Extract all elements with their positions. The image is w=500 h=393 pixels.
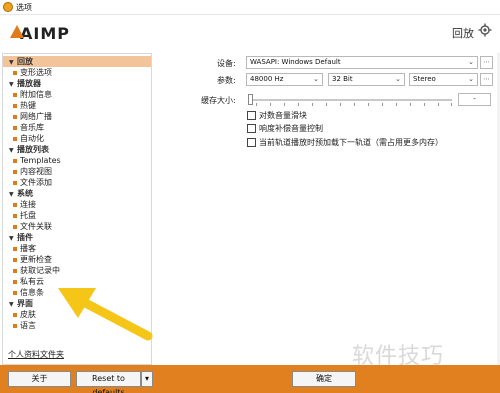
- nav-category-player[interactable]: ▼ 播放器: [3, 78, 151, 89]
- watermark-text: 软件技巧: [352, 344, 445, 369]
- nav-item[interactable]: 私有云: [3, 276, 151, 287]
- bullet-icon: [13, 269, 17, 273]
- bullet-icon: [13, 313, 17, 317]
- reset-dropdown-button[interactable]: ▾: [141, 371, 153, 387]
- header: [0, 15, 500, 52]
- preload-next-checkbox[interactable]: [247, 138, 256, 147]
- bullet-icon: [13, 137, 17, 141]
- chevron-down-icon: ⌄: [395, 75, 401, 83]
- channels-value: Stereo: [413, 75, 436, 83]
- chevron-down-icon: ⌄: [468, 58, 474, 66]
- window-title: 选项: [16, 3, 32, 12]
- log-volume-checkbox[interactable]: [247, 111, 256, 120]
- nav-item-info-bar[interactable]: 信息条: [3, 287, 151, 298]
- nav-item[interactable]: 变形选项: [3, 67, 151, 78]
- nav-category-interface[interactable]: ▼ 界面: [3, 298, 151, 309]
- device-more-button[interactable]: ⋯: [480, 56, 493, 69]
- chevron-down-icon: ⌄: [468, 75, 474, 83]
- bullet-icon: [13, 104, 17, 108]
- preload-next-label: 当前轨道播放时预加载下一轨道（需占用更多内存）: [259, 138, 443, 147]
- params-label: 参数:: [217, 76, 236, 85]
- device-select-value: WASAPI: Windows Default: [250, 58, 341, 66]
- bullet-icon: [13, 159, 17, 163]
- bullet-icon: [13, 225, 17, 229]
- app-icon: [3, 2, 13, 12]
- reset-defaults-button[interactable]: Reset to defaults: [76, 371, 141, 393]
- buffer-size-value[interactable]: -: [458, 93, 491, 106]
- chevron-down-icon: ⌄: [313, 75, 319, 83]
- bullet-icon: [13, 71, 17, 75]
- nav-item[interactable]: 网络广播: [3, 111, 151, 122]
- chevron-down-icon: ▾: [144, 374, 149, 383]
- nav-item[interactable]: 文件添加: [3, 177, 151, 188]
- nav-item[interactable]: 皮肤: [3, 309, 151, 320]
- bullet-icon: [13, 280, 17, 284]
- nav-item[interactable]: 内容视图: [3, 166, 151, 177]
- bullet-icon: [13, 170, 17, 174]
- nav-item[interactable]: 语言: [3, 320, 151, 331]
- nav-item[interactable]: 音乐库: [3, 122, 151, 133]
- device-label: 设备:: [217, 59, 236, 68]
- nav-item[interactable]: 文件关联: [3, 221, 151, 232]
- nav-item[interactable]: 托盘: [3, 210, 151, 221]
- loudness-label: 响度补偿音量控制: [259, 124, 323, 133]
- nav-item[interactable]: 获取记录中: [3, 265, 151, 276]
- settings-nav-panel: ▼ 回放 变形选项 ▼ 播放器 附加信息 热键 网络广播 音乐库 自动化 ▼ 播放列表…: [2, 53, 152, 365]
- nav-item[interactable]: 更新检查: [3, 254, 151, 265]
- nav-category-playlist[interactable]: ▼ 播放列表: [3, 144, 151, 155]
- nav-item[interactable]: Templates: [3, 155, 151, 166]
- nav-item[interactable]: 连接: [3, 199, 151, 210]
- bullet-icon: [13, 93, 17, 97]
- device-select[interactable]: WASAPI: Windows Default ⌄: [246, 56, 478, 69]
- page-title: 回放: [452, 27, 474, 40]
- bullet-icon: [13, 115, 17, 119]
- aimp-logo: AIMP: [10, 24, 70, 43]
- sample-rate-select[interactable]: 48000 Hz ⌄: [246, 73, 323, 86]
- bullet-icon: [13, 203, 17, 207]
- nav-item[interactable]: 热键: [3, 100, 151, 111]
- settings-icon[interactable]: [478, 23, 492, 37]
- log-volume-label: 对数音量滑块: [259, 111, 307, 120]
- bullet-icon: [13, 126, 17, 130]
- loudness-checkbox[interactable]: [247, 124, 256, 133]
- ellipsis-icon: ⋯: [483, 75, 490, 83]
- nav-category-playback[interactable]: ▼ 回放: [3, 56, 151, 67]
- bit-depth-select[interactable]: 32 Bit ⌄: [328, 73, 405, 86]
- profile-folder-link[interactable]: 个人资料文件夹: [8, 349, 64, 360]
- settings-tree: ▼ 回放 变形选项 ▼ 播放器 附加信息 热键 网络广播 音乐库 自动化 ▼ 播放列表…: [3, 56, 151, 331]
- sample-rate-value: 48000 Hz: [250, 75, 284, 83]
- logo-triangle-icon: [10, 25, 24, 38]
- buffer-slider-ticks: [256, 103, 452, 107]
- nav-item[interactable]: 播客: [3, 243, 151, 254]
- params-more-button[interactable]: ⋯: [480, 73, 493, 86]
- bullet-icon: [13, 247, 17, 251]
- title-bar: 选项: [0, 0, 500, 15]
- ellipsis-icon: ⋯: [483, 58, 490, 66]
- bit-depth-value: 32 Bit: [332, 75, 353, 83]
- about-button[interactable]: 关于: [8, 371, 71, 387]
- channels-select[interactable]: Stereo ⌄: [409, 73, 478, 86]
- bullet-icon: [13, 214, 17, 218]
- nav-item[interactable]: 自动化: [3, 133, 151, 144]
- nav-item[interactable]: 附加信息: [3, 89, 151, 100]
- nav-category-system[interactable]: ▼ 系统: [3, 188, 151, 199]
- buffer-size-label: 缓存大小:: [201, 96, 236, 105]
- bullet-icon: [13, 291, 17, 295]
- buffer-slider-thumb[interactable]: [248, 94, 253, 105]
- ok-button[interactable]: 确定: [292, 371, 356, 387]
- logo-text: AIMP: [20, 24, 70, 43]
- bullet-icon: [13, 181, 17, 185]
- nav-category-plugins[interactable]: ▼ 插件: [3, 232, 151, 243]
- bullet-icon: [13, 258, 17, 262]
- buffer-slider-track[interactable]: [248, 99, 452, 101]
- bullet-icon: [13, 324, 17, 328]
